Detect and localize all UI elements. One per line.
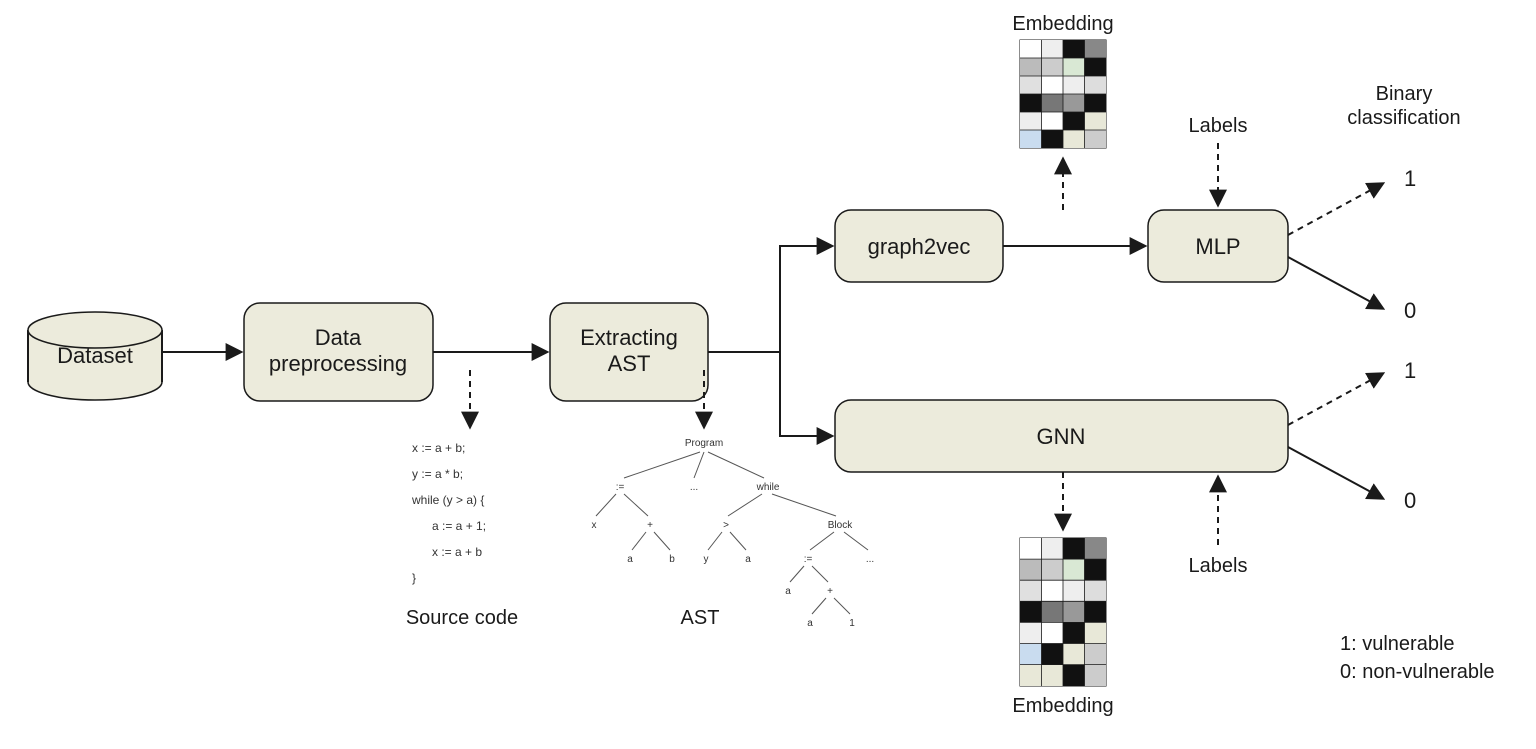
arrow-gnn-0 bbox=[1288, 447, 1382, 498]
ast-x: x bbox=[592, 520, 597, 531]
embedding-top-grid bbox=[1020, 40, 1106, 148]
ast-a3: a bbox=[785, 586, 791, 597]
ast-y: y bbox=[704, 554, 709, 565]
embedding-top-label: Embedding bbox=[1012, 13, 1113, 35]
embedding-bottom-label: Embedding bbox=[1012, 695, 1113, 717]
mlp-out-0: 0 bbox=[1404, 298, 1416, 323]
arrow-to-g2v bbox=[780, 246, 831, 352]
ast-program: Program bbox=[685, 438, 723, 449]
code-l6: } bbox=[412, 571, 416, 585]
arrow-mlp-0 bbox=[1288, 257, 1382, 308]
arrow-to-gnn bbox=[780, 352, 831, 436]
labels-top: Labels bbox=[1189, 115, 1248, 137]
ast-tree: Program := ... while x + a b > Block y a… bbox=[592, 438, 875, 629]
dataset-label: Dataset bbox=[57, 343, 133, 368]
ast-one: 1 bbox=[849, 618, 855, 629]
gnn-out-0: 0 bbox=[1404, 488, 1416, 513]
ast-b: b bbox=[669, 554, 675, 565]
gnn-label: GNN bbox=[1037, 424, 1086, 449]
ast-gt: > bbox=[723, 520, 729, 531]
code-l3: while (y > a) { bbox=[411, 493, 484, 507]
g2v-label: graph2vec bbox=[868, 234, 971, 259]
preproc-l1: Data bbox=[315, 325, 362, 350]
source-code-block: x := a + b; y := a * b; while (y > a) { … bbox=[406, 441, 518, 629]
labels-bottom: Labels bbox=[1189, 555, 1248, 577]
ast-dots2: ... bbox=[866, 554, 874, 565]
binary-l1: Binary bbox=[1376, 83, 1433, 105]
arrow-gnn-1 bbox=[1288, 374, 1382, 425]
mlp-label: MLP bbox=[1195, 234, 1240, 259]
legend-0: 0: non-vulnerable bbox=[1340, 661, 1495, 683]
ast-title: AST bbox=[681, 607, 720, 629]
ast-block: Block bbox=[828, 520, 853, 531]
ast-plus2: + bbox=[827, 586, 833, 597]
ast-dots: ... bbox=[690, 482, 698, 493]
code-l2: y := a * b; bbox=[412, 467, 463, 481]
embedding-bottom-grid bbox=[1020, 538, 1106, 686]
source-code-title: Source code bbox=[406, 607, 518, 629]
code-l5: x := a + b bbox=[432, 545, 482, 559]
ast-plus: + bbox=[647, 520, 653, 531]
svg-text:Binaryclassification: Binaryclassification bbox=[1347, 83, 1460, 129]
arrow-mlp-1 bbox=[1288, 184, 1382, 235]
mlp-out-1: 1 bbox=[1404, 166, 1416, 191]
ast-assign2: := bbox=[804, 554, 813, 565]
ast-while: while bbox=[756, 482, 780, 493]
code-l1: x := a + b; bbox=[412, 441, 465, 455]
extract-l1: Extracting bbox=[580, 325, 678, 350]
ast-a2: a bbox=[745, 554, 751, 565]
ast-a4: a bbox=[807, 618, 813, 629]
code-l4: a := a + 1; bbox=[432, 519, 486, 533]
legend-1: 1: vulnerable bbox=[1340, 633, 1455, 655]
ast-a1: a bbox=[627, 554, 633, 565]
ast-assign: := bbox=[616, 482, 625, 493]
pipeline-diagram: Dataset Datapreprocessing ExtractingAST … bbox=[0, 0, 1536, 749]
gnn-out-1: 1 bbox=[1404, 358, 1416, 383]
dataset-cylinder: Dataset bbox=[28, 312, 162, 400]
